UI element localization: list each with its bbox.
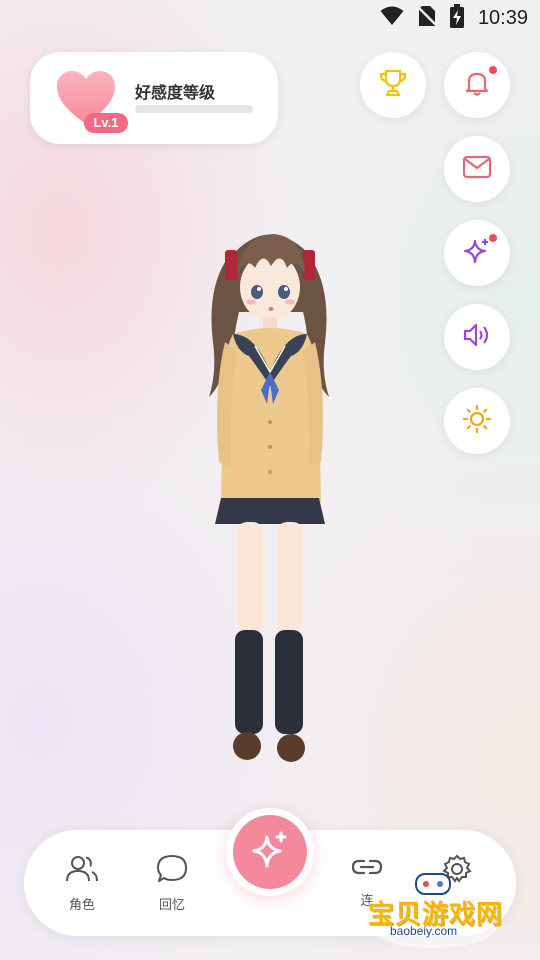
no-sim-icon — [417, 5, 437, 31]
nav-label-characters: 角色 — [68, 898, 95, 913]
mail-button[interactable] — [444, 136, 510, 202]
center-sparkle-button[interactable] — [226, 808, 314, 896]
affinity-progress-bar — [135, 105, 253, 113]
center-sparkle-inner — [233, 815, 307, 889]
watermark-url: baobeiy.com — [390, 924, 458, 938]
trophy-button[interactable] — [360, 52, 426, 118]
notification-dot — [489, 66, 497, 74]
speaker-icon — [462, 321, 492, 353]
sun-icon — [462, 404, 492, 438]
battery-charging-icon — [449, 4, 464, 32]
watermark: 宝贝游戏网 baobeiy.com — [364, 866, 536, 952]
chat-bubble-icon — [156, 855, 188, 888]
status-time: 10:39 — [477, 6, 528, 29]
brightness-button[interactable] — [444, 388, 510, 454]
sparkle-notification-dot — [489, 234, 497, 242]
character-illustration[interactable] — [195, 222, 345, 770]
notifications-button[interactable] — [444, 52, 510, 118]
level-badge: Lv.1 — [84, 113, 128, 133]
status-bar: 10:39 — [0, 0, 540, 36]
sound-button[interactable] — [444, 304, 510, 370]
nav-label-memories: 回忆 — [158, 898, 185, 913]
affinity-title: 好感度等级 — [135, 83, 216, 102]
sparkle-icon — [248, 828, 292, 876]
bell-icon — [463, 69, 491, 101]
mail-icon — [462, 155, 492, 183]
nav-item-memories[interactable]: 回忆 — [142, 854, 202, 913]
sparkle-icon — [462, 236, 492, 270]
nav-item-characters[interactable]: 角色 — [52, 854, 112, 913]
sparkle-button[interactable] — [444, 220, 510, 286]
affinity-card[interactable]: Lv.1 好感度等级 — [30, 52, 278, 144]
trophy-icon — [378, 68, 408, 102]
users-icon — [65, 856, 99, 888]
wifi-icon — [380, 6, 404, 30]
